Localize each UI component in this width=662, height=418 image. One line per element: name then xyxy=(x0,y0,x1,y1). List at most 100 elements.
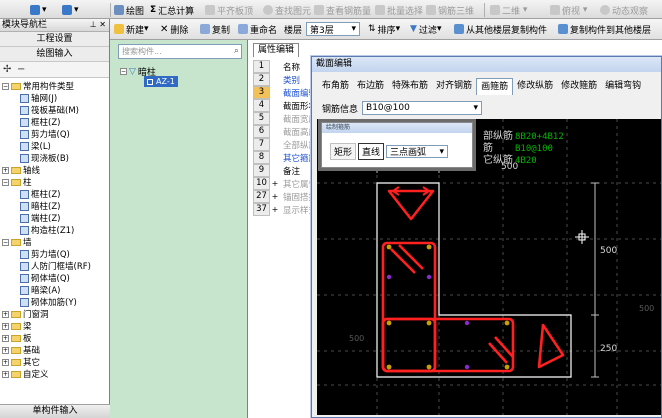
stirrup-top-triangle xyxy=(387,189,435,221)
info-value-1: 8B20+4B12 xyxy=(515,132,564,142)
tab-corner-rebar[interactable]: 布角筋 xyxy=(318,78,353,95)
info-value-3: 4B20 xyxy=(515,156,537,166)
pin-icon[interactable]: ⊥ ✕ xyxy=(90,19,106,31)
prop-row[interactable]: 8 其它箍筋 xyxy=(253,151,317,164)
tree-node-hidden-col[interactable]: 暗柱(Z) xyxy=(20,200,60,212)
prop-row[interactable]: 6 截面高度 xyxy=(253,125,317,138)
rename-icon xyxy=(238,24,248,34)
tree-node-custom[interactable]: + 自定义 xyxy=(2,368,49,380)
tree-node-civil-door[interactable]: 人防门框墙(RF) xyxy=(20,260,91,272)
tab-edit-hook[interactable]: 编辑弯钩 xyxy=(601,78,645,95)
tab-edge-rebar[interactable]: 布边筋 xyxy=(353,78,388,95)
find-element-button[interactable]: 查找图元 xyxy=(263,3,311,17)
tree-node-common[interactable]: − 常用构件类型 xyxy=(2,80,74,92)
tree-node-other[interactable]: + 其它 xyxy=(2,356,40,368)
component-item-selected[interactable]: AZ-1 xyxy=(144,76,178,87)
copy-button[interactable]: 复制 xyxy=(200,22,230,36)
copy-from-icon xyxy=(454,24,464,34)
tab-special-rebar[interactable]: 特殊布筋 xyxy=(388,78,432,95)
dynamic-view-label: 动态观察 xyxy=(612,6,649,17)
redo-button[interactable]: ▾ xyxy=(62,3,79,17)
sum-calc-button[interactable]: Σ 汇总计算 xyxy=(150,3,194,17)
tree-node-struct-col[interactable]: 构造柱(Z1) xyxy=(20,224,74,236)
tree-node-shear-wall-common[interactable]: 剪力墙(Q) xyxy=(20,128,70,140)
prop-row[interactable]: 9 备注 xyxy=(253,164,300,177)
batch-select-button[interactable]: 批量选择 xyxy=(375,3,423,17)
prop-row[interactable]: 4 截面形状 xyxy=(253,99,317,112)
rebar-3d-button[interactable]: 钢筋三维 xyxy=(426,3,474,17)
rename-label: 重命名 xyxy=(250,25,278,36)
dimension-lines xyxy=(376,165,599,378)
tree-node-openings[interactable]: + 门窗洞 xyxy=(2,308,49,320)
tree-node-masonry-rebar[interactable]: 砌体加筋(Y) xyxy=(20,296,77,308)
rename-button[interactable]: 重命名 xyxy=(238,22,277,36)
top-view-dropdown[interactable]: 俯视 ▾ xyxy=(550,3,587,17)
tree-node-raft[interactable]: 筏板基础(M) xyxy=(20,104,79,116)
slab-icon xyxy=(205,5,215,15)
prop-row[interactable]: 5 截面宽度 xyxy=(253,112,317,125)
tree-node-beam[interactable]: + 梁 xyxy=(2,320,32,332)
masonry-icon xyxy=(20,273,29,283)
tree-node-axis-grid[interactable]: 轴网(J) xyxy=(20,92,57,104)
new-button[interactable]: 新建 ▾ xyxy=(114,22,149,36)
sort-button[interactable]: ⇅ 排序 ▾ xyxy=(368,22,400,36)
prop-row[interactable]: 10 + 其它属性 xyxy=(253,177,317,190)
prop-row[interactable]: 2 类别 xyxy=(253,73,300,86)
filter-button[interactable]: ▼ 过滤 ▾ xyxy=(410,22,441,36)
project-settings-button[interactable]: 工程设置 xyxy=(0,32,109,47)
tab-modify-long-rebar[interactable]: 修改纵筋 xyxy=(513,78,557,95)
tree-node-hidden-beam[interactable]: 暗梁(A) xyxy=(20,284,60,296)
tree-node-axis-line[interactable]: + 轴线 xyxy=(2,164,40,176)
rebar-info-select[interactable]: B10@100 ▾ xyxy=(362,101,483,115)
tree-node-slab-common[interactable]: 现浇板(B) xyxy=(20,152,69,164)
rebar-3d-label: 钢筋三维 xyxy=(438,6,475,17)
floor-select[interactable]: 第3层 ▾ xyxy=(306,22,360,36)
tree-node-masonry-wall[interactable]: 砌体墙(Q) xyxy=(20,272,70,284)
draw-button[interactable]: 绘图 xyxy=(114,3,144,17)
arc-mode-select[interactable]: 三点画弧 ▾ xyxy=(386,145,449,158)
tab-align-rebar[interactable]: 对齐钢筋 xyxy=(432,78,476,95)
delete-button[interactable]: ✕ 删除 xyxy=(160,22,188,36)
tree-node-column[interactable]: − 柱 xyxy=(2,176,32,188)
undo-button[interactable]: ▾ xyxy=(30,3,47,17)
view-rebar-button[interactable]: 查看钢筋量 xyxy=(314,3,371,17)
info-label-2: 筋 xyxy=(483,141,493,154)
prop-row[interactable]: 27 + 锚固搭接 xyxy=(253,190,317,203)
tree-node-frame-col2[interactable]: 框柱(Z) xyxy=(20,188,60,200)
expand-all-icon[interactable]: ✢ xyxy=(3,64,11,75)
tree-node-frame-col[interactable]: 框柱(Z) xyxy=(20,116,60,128)
component-toolbar: 新建 ▾ ✕ 删除 复制 重命名 楼层 第3层 ▾ ⇅ 排序 ▾ ▼ 过滤 ▾ 从其他楼层复制… xyxy=(110,19,662,40)
tree-node-end-col[interactable]: 端柱(Z) xyxy=(20,212,60,224)
tab-modify-stirrup[interactable]: 修改箍筋 xyxy=(557,78,601,95)
tab-draw-stirrup[interactable]: 画箍筋 xyxy=(476,78,514,95)
collapse-all-icon[interactable]: − xyxy=(17,64,25,75)
rect-mode-button[interactable]: 矩形 xyxy=(330,143,357,160)
copy-from-floor-button[interactable]: 从其他楼层复制构件 xyxy=(454,22,547,36)
drawing-input-button[interactable]: 绘图输入 xyxy=(0,47,109,62)
prop-row[interactable]: 7 全部纵筋 xyxy=(253,138,317,151)
tree-node-wall[interactable]: − 墙 xyxy=(2,236,32,248)
tree-node-beam-common[interactable]: 梁(L) xyxy=(20,140,51,152)
component-type-tree: − 常用构件类型 轴网(J) 筏板基础(M) 框柱(Z) 剪力墙(Q) 梁(L) … xyxy=(0,78,109,380)
prop-row[interactable]: 37 + 显示样式 xyxy=(253,203,317,216)
prop-row[interactable]: 3 截面编辑 xyxy=(253,86,317,99)
flat-slab-top-button[interactable]: 平齐板顶 xyxy=(205,3,253,17)
close-icon: ✕ xyxy=(160,23,169,35)
collapse-toggle[interactable]: − xyxy=(120,68,127,75)
section-editor-dialog: 截面编辑 布角筋 布边筋 特殊布筋 对齐钢筋 画箍筋 修改纵筋 修改箍筋 编辑弯… xyxy=(311,56,662,418)
single-component-input-button[interactable]: 单构件输入 xyxy=(0,404,110,418)
crosshair-cursor xyxy=(575,230,589,244)
tree-node-foundation[interactable]: + 基础 xyxy=(2,344,40,356)
prop-row[interactable]: 1 名称 xyxy=(253,60,300,73)
tab-property-edit[interactable]: 属性编辑 xyxy=(253,43,300,57)
dynamic-view-button[interactable]: 动态观察 xyxy=(600,3,648,17)
search-icon[interactable]: ⌕ xyxy=(234,45,239,58)
view-mode-dropdown[interactable]: 二维 ▾ xyxy=(490,3,527,17)
tree-node-slab[interactable]: + 板 xyxy=(2,332,32,344)
tree-node-shear-wall[interactable]: 剪力墙(Q) xyxy=(20,248,70,260)
component-list-panel: 搜索构件... ⌕ − ▽ 暗柱 AZ-1 xyxy=(110,40,248,418)
sort-icon: ⇅ xyxy=(368,24,376,34)
copy-to-floor-button[interactable]: 复制构件到其他楼层 xyxy=(558,22,651,36)
line-mode-button[interactable]: 直线 xyxy=(358,143,385,160)
component-search-input[interactable]: 搜索构件... ⌕ xyxy=(118,44,242,59)
